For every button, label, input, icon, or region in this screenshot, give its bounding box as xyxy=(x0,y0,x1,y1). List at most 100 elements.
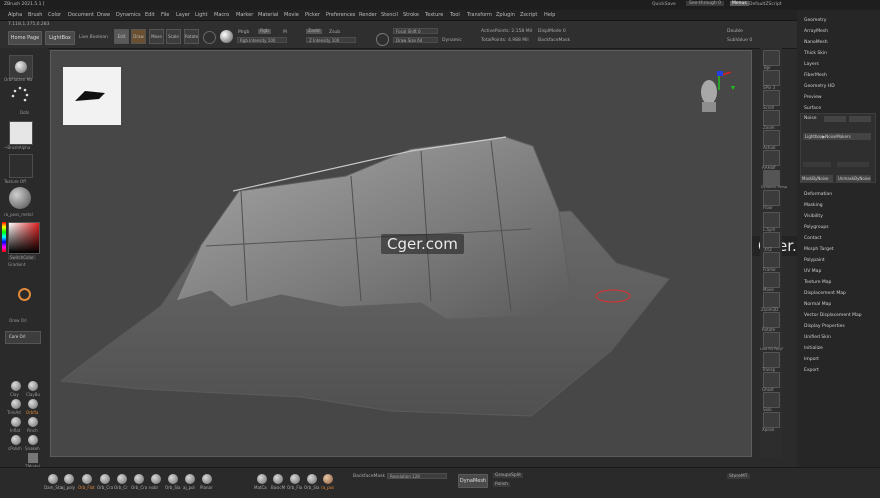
viewport-canvas[interactable]: Cger.com xyxy=(50,50,752,457)
move-button[interactable]: Move xyxy=(149,29,164,44)
noise-button[interactable] xyxy=(824,116,846,122)
menu-initialize[interactable]: Initialize xyxy=(804,346,823,351)
menu-layer[interactable]: Layer xyxy=(176,12,190,18)
edit-noise-button[interactable] xyxy=(849,116,871,122)
spix-button[interactable] xyxy=(763,70,780,86)
solo-button[interactable] xyxy=(763,392,780,408)
menu-preferences[interactable]: Preferences xyxy=(326,12,355,18)
m-button[interactable]: M xyxy=(283,30,287,35)
material-ball-8[interactable] xyxy=(168,474,178,484)
gradient-button[interactable]: Gradient xyxy=(8,262,25,267)
material-ball-12[interactable] xyxy=(273,474,283,484)
rotate-view-button[interactable] xyxy=(763,312,780,328)
xpose-button[interactable] xyxy=(763,412,780,428)
focal-shift-slider[interactable]: Focal Shift 0 xyxy=(393,28,438,34)
menu-morph-target[interactable]: Morph Target xyxy=(804,247,834,252)
polyframe-button[interactable] xyxy=(763,332,780,348)
store-mt-button[interactable]: StoreMT xyxy=(727,474,750,479)
zoom-button[interactable] xyxy=(763,110,780,126)
material-ball-13[interactable] xyxy=(290,474,300,484)
menu-help[interactable]: Help xyxy=(544,12,555,18)
material-ball-14[interactable] xyxy=(307,474,317,484)
default-zscript-button[interactable]: DefaultZScript xyxy=(749,2,782,7)
see-through-slider[interactable]: See-through 0 xyxy=(686,1,724,6)
scroll-button[interactable] xyxy=(763,90,780,106)
lightbox-noisemakers-button[interactable]: Lightbox▶NoiseMakers xyxy=(803,133,871,140)
double-button[interactable]: Double xyxy=(727,29,743,34)
menu-nanomesh[interactable]: NanoMesh xyxy=(804,40,828,45)
bpr-button[interactable] xyxy=(763,50,780,66)
switch-color-button[interactable]: SwitchColor xyxy=(8,255,36,260)
brush-thumbnail[interactable] xyxy=(9,55,33,79)
material-ball-3[interactable] xyxy=(82,474,92,484)
dynamic-button[interactable]: Dynamic xyxy=(442,38,462,43)
brush-cpolish[interactable] xyxy=(11,435,21,445)
draw-button[interactable]: Draw xyxy=(131,29,146,44)
zoom3d-button[interactable] xyxy=(763,292,780,308)
menu-visibility[interactable]: Visibility xyxy=(804,214,823,219)
mask-by-noise-button[interactable]: MaskByNoise xyxy=(800,175,833,182)
menu-edit[interactable]: Edit xyxy=(145,12,155,18)
menu-masking[interactable]: Masking xyxy=(804,203,823,208)
texture-thumbnail[interactable] xyxy=(9,154,33,178)
backface-mask-toggle[interactable]: BackfaceMask xyxy=(353,474,385,479)
brush-trimadaptive[interactable] xyxy=(11,399,21,409)
menu-contact[interactable]: Contact xyxy=(804,236,822,241)
menu-color[interactable]: Color xyxy=(48,12,61,18)
brush-inflat[interactable] xyxy=(11,417,21,427)
subvalue-slider[interactable]: SubValue 0 xyxy=(727,38,752,43)
menu-deformation[interactable]: Deformation xyxy=(804,192,832,197)
brush-zmodeler[interactable] xyxy=(28,453,38,463)
xyz-button[interactable] xyxy=(763,232,780,248)
menus-button[interactable]: Menus xyxy=(730,1,749,6)
menu-light[interactable]: Light xyxy=(195,12,207,18)
material-ball-2[interactable] xyxy=(64,474,74,484)
core-button[interactable]: Core Orl xyxy=(5,331,41,344)
menu-arraymesh[interactable]: ArrayMesh xyxy=(804,29,828,34)
unmask-by-noise-button[interactable]: UnmaskByNoise xyxy=(836,175,871,182)
home-page-button[interactable]: Home Page xyxy=(8,31,42,45)
menu-transform[interactable]: Transform xyxy=(467,12,492,18)
dynamesh-button[interactable]: DynaMesh xyxy=(458,474,488,488)
menu-surface[interactable]: Surface xyxy=(804,106,821,111)
menu-document[interactable]: Document xyxy=(68,12,94,18)
menu-thick-skin[interactable]: Thick Skin xyxy=(804,51,827,56)
local-sym-button[interactable] xyxy=(763,212,780,228)
alpha-thumbnail[interactable] xyxy=(9,121,33,145)
menu-macro[interactable]: Macro xyxy=(214,12,229,18)
hue-strip[interactable] xyxy=(2,222,6,252)
menu-picker[interactable]: Picker xyxy=(305,12,320,18)
menu-marker[interactable]: Marker xyxy=(236,12,253,18)
menu-movie[interactable]: Movie xyxy=(284,12,299,18)
lightbox-button[interactable]: LightBox xyxy=(45,31,75,45)
menu-brush[interactable]: Brush xyxy=(28,12,42,18)
menu-import[interactable]: Import xyxy=(804,357,819,362)
menu-layers[interactable]: Layers xyxy=(804,62,819,67)
color-picker[interactable] xyxy=(8,222,40,254)
menu-unified-skin[interactable]: Unified Skin xyxy=(804,335,831,340)
rotate-button[interactable]: Rotate xyxy=(184,29,199,44)
menu-vector-displacement-map[interactable]: Vector Displacement Map xyxy=(804,313,862,318)
ghost-button[interactable] xyxy=(763,372,780,388)
zadd-button[interactable]: Zadd xyxy=(306,29,322,34)
material-sphere-icon[interactable] xyxy=(220,30,233,43)
material-ball-6[interactable] xyxy=(134,474,144,484)
menu-material[interactable]: Material xyxy=(258,12,278,18)
backface-mask-button[interactable]: BackfaceMask xyxy=(538,38,570,43)
brush-pinch[interactable] xyxy=(28,417,38,427)
live-boolean-button[interactable]: Live Boolean xyxy=(79,35,108,40)
menu-texture[interactable]: Texture xyxy=(425,12,443,18)
move-view-button[interactable] xyxy=(763,272,780,288)
z-intensity-slider[interactable]: Z Intensity 100 xyxy=(306,37,356,43)
material-ball-5[interactable] xyxy=(117,474,127,484)
displmode-slider[interactable]: DisplMode 0 xyxy=(538,29,566,34)
noise-slider-2[interactable] xyxy=(837,162,869,167)
scale-button[interactable]: Scale xyxy=(166,29,181,44)
material-ball-7[interactable] xyxy=(151,474,161,484)
menu-uv-map[interactable]: UV Map xyxy=(804,269,821,274)
menu-fibermesh[interactable]: FiberMesh xyxy=(804,73,827,78)
groups-split-button[interactable]: GroupsSplit xyxy=(493,473,524,478)
floor-button[interactable] xyxy=(763,190,780,206)
menu-render[interactable]: Render xyxy=(359,12,377,18)
menu-display-properties[interactable]: Display Properties xyxy=(804,324,845,329)
